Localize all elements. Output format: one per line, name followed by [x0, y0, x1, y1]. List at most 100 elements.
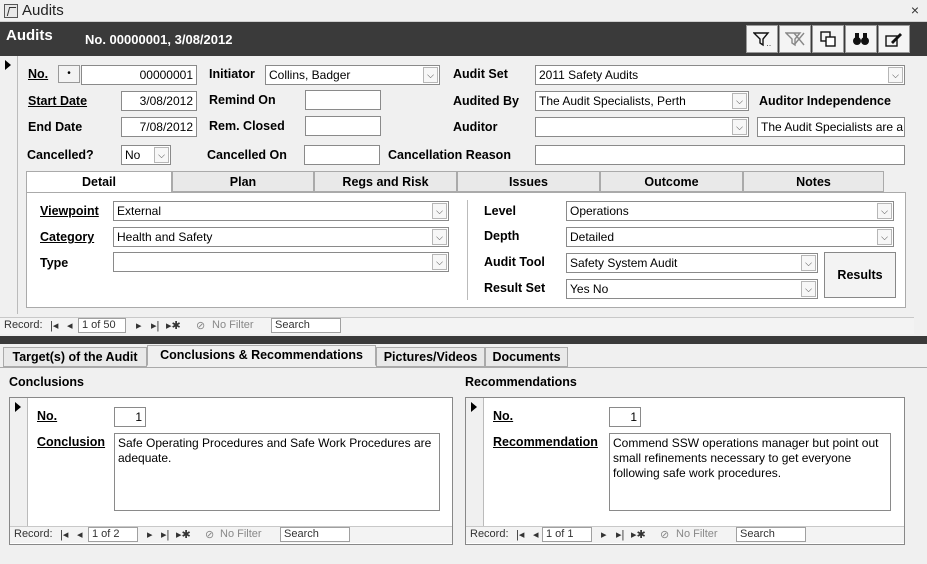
category-combo[interactable]: Health and Safety ⌵	[113, 227, 449, 247]
no-field[interactable]: 00000001	[81, 65, 197, 85]
record-selector[interactable]	[10, 398, 28, 526]
first-record-button[interactable]: |◂	[50, 319, 58, 332]
tab-issues[interactable]: Issues	[457, 171, 600, 192]
auditor-combo[interactable]: ⌵	[535, 117, 749, 137]
next-record-button[interactable]: ▸	[136, 319, 142, 332]
record-selector[interactable]	[466, 398, 484, 526]
find-button[interactable]	[845, 25, 877, 53]
result-set-combo[interactable]: Yes No ⌵	[566, 279, 818, 299]
copy-button[interactable]	[812, 25, 844, 53]
last-record-button[interactable]: ▸|	[616, 528, 624, 541]
cancellation-reason-field[interactable]	[535, 145, 905, 165]
no-filter-button[interactable]: No Filter	[212, 319, 254, 331]
no-filter-button[interactable]: No Filter	[220, 528, 262, 540]
search-input[interactable]: Search	[271, 318, 341, 333]
tab-outcome[interactable]: Outcome	[600, 171, 743, 192]
edit-button[interactable]	[878, 25, 910, 53]
svg-text:…: …	[766, 39, 771, 47]
tab-notes[interactable]: Notes	[743, 171, 884, 192]
record-position[interactable]: 1 of 50	[78, 318, 126, 333]
tab-documents[interactable]: Documents	[485, 347, 568, 367]
initiator-combo[interactable]: Collins, Badger ⌵	[265, 65, 440, 85]
chevron-down-icon[interactable]: ⌵	[732, 93, 747, 109]
viewpoint-combo[interactable]: External ⌵	[113, 201, 449, 221]
chevron-down-icon[interactable]: ⌵	[801, 281, 816, 297]
chevron-down-icon[interactable]: ⌵	[732, 119, 747, 135]
recommendations-heading: Recommendations	[465, 375, 577, 389]
tab-plan[interactable]: Plan	[172, 171, 314, 192]
chevron-down-icon[interactable]: ⌵	[432, 203, 447, 219]
next-record-button[interactable]: ▸	[601, 528, 607, 541]
search-input[interactable]: Search	[736, 527, 806, 542]
start-date-field[interactable]: 3/08/2012	[121, 91, 197, 111]
filter-button[interactable]: …	[746, 25, 778, 53]
recommendations-subform: No. 1 Recommendation Commend SSW operati…	[465, 397, 905, 545]
tab-detail[interactable]: Detail	[26, 171, 172, 193]
depth-combo[interactable]: Detailed ⌵	[566, 227, 894, 247]
search-input[interactable]: Search	[280, 527, 350, 542]
prev-record-button[interactable]: ◂	[533, 528, 539, 541]
app-icon	[4, 4, 18, 18]
clear-filter-button[interactable]	[779, 25, 811, 53]
edit-icon	[885, 33, 902, 47]
form-header: Audits No. 00000001, 3/08/2012 …	[0, 22, 927, 56]
new-record-button[interactable]: ▸✱	[631, 528, 646, 541]
no-filter-icon: ⊘	[660, 529, 670, 541]
audit-set-label: Audit Set	[453, 67, 508, 81]
level-label: Level	[484, 204, 516, 218]
conclusion-label: Conclusion	[37, 435, 106, 449]
remind-on-field[interactable]	[305, 90, 381, 110]
conclusion-no-label: No.	[37, 409, 58, 423]
type-combo[interactable]: ⌵	[113, 252, 449, 272]
cancelled-combo[interactable]: No ⌵	[121, 145, 171, 165]
type-label: Type	[40, 256, 69, 270]
conclusion-text[interactable]: Safe Operating Procedures and Safe Work …	[114, 433, 440, 511]
chevron-down-icon[interactable]: ⌵	[801, 255, 816, 271]
last-record-button[interactable]: ▸|	[161, 528, 169, 541]
record-position[interactable]: 1 of 1	[542, 527, 592, 542]
chevron-down-icon[interactable]: ⌵	[888, 67, 903, 83]
cancelled-on-field[interactable]	[304, 145, 380, 165]
tab-regs-and-risk[interactable]: Regs and Risk	[314, 171, 457, 192]
copy-icon	[820, 31, 836, 47]
recommendation-no-field[interactable]: 1	[609, 407, 641, 427]
rem-closed-field[interactable]	[305, 116, 381, 136]
level-combo[interactable]: Operations ⌵	[566, 201, 894, 221]
filter-icon: …	[753, 32, 771, 47]
audit-set-combo[interactable]: 2011 Safety Audits ⌵	[535, 65, 905, 85]
prev-record-button[interactable]: ◂	[77, 528, 83, 541]
conclusion-no-field[interactable]: 1	[114, 407, 146, 427]
next-record-button[interactable]: ▸	[147, 528, 153, 541]
close-icon[interactable]: ×	[911, 2, 919, 18]
chevron-down-icon[interactable]: ⌵	[877, 203, 892, 219]
last-record-button[interactable]: ▸|	[151, 319, 159, 332]
chevron-down-icon[interactable]: ⌵	[423, 67, 438, 83]
panel-divider	[467, 200, 468, 300]
chevron-down-icon[interactable]: ⌵	[432, 229, 447, 245]
audited-by-combo[interactable]: The Audit Specialists, Perth ⌵	[535, 91, 749, 111]
no-filter-button[interactable]: No Filter	[676, 528, 718, 540]
end-date-field[interactable]: 7/08/2012	[121, 117, 197, 137]
new-record-button[interactable]: ▸✱	[176, 528, 191, 541]
record-selector[interactable]	[0, 56, 18, 314]
results-button[interactable]: Results	[824, 252, 896, 298]
cancellation-reason-label: Cancellation Reason	[388, 148, 511, 162]
audit-tool-combo[interactable]: Safety System Audit ⌵	[566, 253, 818, 273]
record-position[interactable]: 1 of 2	[88, 527, 138, 542]
auditor-independence-field[interactable]: The Audit Specialists are a	[757, 117, 905, 137]
tab-targets[interactable]: Target(s) of the Audit	[3, 347, 147, 367]
conclusions-navigator: Record: |◂ ◂ 1 of 2 ▸ ▸| ▸✱ ⊘ No Filter …	[10, 526, 452, 543]
tab-conclusions-recommendations[interactable]: Conclusions & Recommendations	[147, 345, 376, 366]
first-record-button[interactable]: |◂	[60, 528, 68, 541]
recommendations-navigator: Record: |◂ ◂ 1 of 1 ▸ ▸| ▸✱ ⊘ No Filter …	[466, 526, 904, 543]
no-lookup-button[interactable]: •	[58, 65, 80, 83]
first-record-button[interactable]: |◂	[516, 528, 524, 541]
tab-pictures-videos[interactable]: Pictures/Videos	[376, 347, 485, 367]
audit-tool-label: Audit Tool	[484, 255, 545, 269]
recommendation-text[interactable]: Commend SSW operations manager but point…	[609, 433, 891, 511]
chevron-down-icon[interactable]: ⌵	[877, 229, 892, 245]
new-record-button[interactable]: ▸✱	[166, 319, 181, 332]
prev-record-button[interactable]: ◂	[67, 319, 73, 332]
chevron-down-icon[interactable]: ⌵	[432, 254, 447, 270]
chevron-down-icon[interactable]: ⌵	[154, 147, 169, 163]
